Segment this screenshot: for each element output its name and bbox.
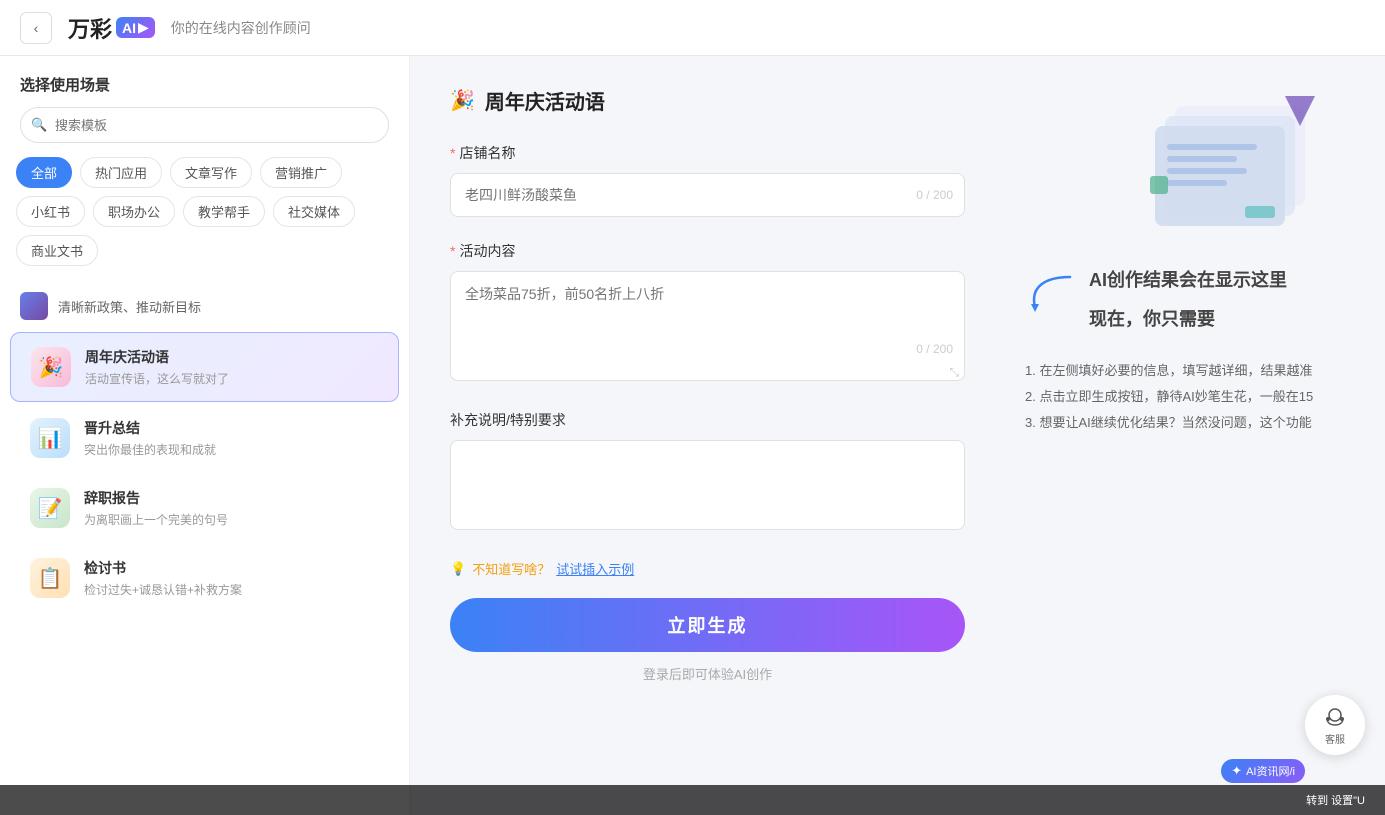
item-content-resign: 辞职报告 为离职画上一个完美的句号 (84, 488, 228, 528)
activity-textarea-wrap: 0 / 200 ⤡ (450, 271, 965, 386)
search-icon: 🔍 (31, 117, 47, 133)
list-item-resign[interactable]: 📝 辞职报告 为离职画上一个完美的句号 (10, 474, 399, 542)
form-field-activity: * 活动内容 0 / 200 ⤡ (450, 241, 965, 386)
bottom-bar: ✦ AI资讯网/i 转到 设置"U (0, 785, 1385, 815)
sidebar-special-item: 清晰新政策、推动新目标 (0, 282, 409, 330)
ai-step-2: 2. 点击立即生成按钮，静待AI妙笔生花，一般在15 (1025, 384, 1313, 410)
tag-hot[interactable]: 热门应用 (80, 157, 162, 188)
item-icon-review: 📋 (30, 558, 70, 598)
headset-icon (1323, 705, 1347, 729)
label-text-shop: 店铺名称 (459, 143, 515, 163)
item-desc-anniversary: 活动宣传语，这么写就对了 (85, 370, 229, 387)
tag-social[interactable]: 社交媒体 (273, 196, 355, 227)
search-box: 🔍 (20, 107, 389, 143)
tag-teaching[interactable]: 教学帮手 (183, 196, 265, 227)
logo-ai-text: AI (122, 20, 136, 36)
illustration-svg (1145, 86, 1365, 246)
ai-step-3: 3. 想要让AI继续优化结果？当然没问题，这个功能 (1025, 410, 1313, 436)
resize-icon: ⤡ (949, 365, 959, 380)
item-desc-review: 检讨过失+诚恳认错+补救方案 (84, 581, 242, 598)
header: ‹ 万彩 AI ▶ 你的在线内容创作顾问 (0, 0, 1385, 56)
ai-step-1: 1. 在左侧填好必要的信息，填写越详细，结果越准 (1025, 358, 1313, 384)
list-item-anniversary[interactable]: 🎉 周年庆活动语 活动宣传语，这么写就对了 (10, 332, 399, 402)
bottom-bar-text: 转到 设置"U (1306, 792, 1365, 808)
special-item-text: 清晰新政策、推动新目标 (58, 297, 201, 316)
item-title-promotion: 晋升总结 (84, 418, 216, 438)
hint-link[interactable]: 试试插入示例 (556, 559, 634, 578)
list-item-promotion[interactable]: 📊 晋升总结 突出你最佳的表现和成就 (10, 404, 399, 472)
tag-office[interactable]: 职场办公 (93, 196, 175, 227)
search-input[interactable] (20, 107, 389, 143)
generate-label: 立即生成 (668, 616, 748, 636)
arrow-decoration (1025, 272, 1075, 317)
list-item-review[interactable]: 📋 检讨书 检讨过失+诚恳认错+补救方案 (10, 544, 399, 612)
form-field-supplement: 补充说明/特别要求 (450, 410, 965, 535)
form-panel: 🎉 周年庆活动语 * 店铺名称 0 / 200 * 活动内容 (410, 56, 1005, 815)
field-label-supplement: 补充说明/特别要求 (450, 410, 965, 430)
shop-name-count: 0 / 200 (916, 188, 953, 202)
content-area: 🎉 周年庆活动语 * 店铺名称 0 / 200 * 活动内容 (410, 56, 1385, 815)
item-content-promotion: 晋升总结 突出你最佳的表现和成就 (84, 418, 216, 458)
hint-icon: 💡 (450, 561, 466, 577)
sidebar-section-title: 选择使用场景 (0, 56, 409, 107)
ai-resource-badge: ✦ AI资讯网/i (1221, 759, 1305, 783)
field-label-shop-name: * 店铺名称 (450, 143, 965, 163)
ai-hint-text-block: AI创作结果会在显示这里 现在，你只需要 (1089, 266, 1287, 344)
login-hint: 登录后即可体验AI创作 (450, 664, 965, 683)
tag-article[interactable]: 文章写作 (170, 157, 252, 188)
badge-text: AI资讯网/i (1246, 763, 1295, 779)
generate-button[interactable]: 立即生成 (450, 598, 965, 652)
cs-label: 客服 (1325, 731, 1345, 746)
item-icon-anniversary: 🎉 (31, 347, 71, 387)
form-field-shop-name: * 店铺名称 0 / 200 (450, 143, 965, 217)
customer-service-button[interactable]: 客服 (1305, 695, 1365, 755)
hint-text: 不知道写啥？ (472, 559, 550, 578)
label-text-activity: 活动内容 (459, 241, 515, 261)
required-star-shop: * (450, 145, 455, 161)
tag-business[interactable]: 商业文书 (16, 235, 98, 266)
item-content-review: 检讨书 检讨过失+诚恳认错+补救方案 (84, 558, 242, 598)
category-tags: 全部 热门应用 文章写作 营销推广 小红书 职场办公 教学帮手 社交媒体 商业文… (0, 157, 409, 276)
item-title-review: 检讨书 (84, 558, 242, 578)
logo-ai-icon: ▶ (138, 19, 149, 36)
item-icon-resign: 📝 (30, 488, 70, 528)
form-title-text: 周年庆活动语 (485, 86, 605, 115)
item-desc-resign: 为离职画上一个完美的句号 (84, 511, 228, 528)
logo-ai-badge: AI ▶ (116, 17, 155, 38)
ai-hint-line1: AI创作结果会在显示这里 (1089, 266, 1287, 295)
item-icon-promotion: 📊 (30, 418, 70, 458)
field-label-activity: * 活动内容 (450, 241, 965, 261)
header-subtitle: 你的在线内容创作顾问 (171, 18, 311, 38)
activity-count: 0 / 200 (916, 342, 953, 356)
tag-marketing[interactable]: 营销推广 (260, 157, 342, 188)
back-icon: ‹ (34, 20, 39, 36)
logo-area: 万彩 AI ▶ 你的在线内容创作顾问 (68, 12, 311, 44)
special-item-icon (20, 292, 48, 320)
illustration-container (1025, 86, 1365, 246)
ai-steps: 1. 在左侧填好必要的信息，填写越详细，结果越准 2. 点击立即生成按钮，静待A… (1025, 358, 1313, 436)
back-button[interactable]: ‹ (20, 12, 52, 44)
logo-text: 万彩 (68, 12, 112, 44)
ai-hint-area: AI创作结果会在显示这里 现在，你只需要 (1025, 266, 1287, 344)
hint-row: 💡 不知道写啥？ 试试插入示例 (450, 559, 965, 578)
item-content-anniversary: 周年庆活动语 活动宣传语，这么写就对了 (85, 347, 229, 387)
sidebar-list: 清晰新政策、推动新目标 🎉 周年庆活动语 活动宣传语，这么写就对了 📊 晋升总结… (0, 276, 409, 815)
main-layout: 选择使用场景 🔍 全部 热门应用 文章写作 营销推广 小红书 职场办公 教学帮手… (0, 56, 1385, 815)
shop-name-input-wrap: 0 / 200 (450, 173, 965, 217)
supplement-textarea[interactable] (450, 440, 965, 530)
shop-name-input[interactable] (450, 173, 965, 217)
sidebar: 选择使用场景 🔍 全部 热门应用 文章写作 营销推广 小红书 职场办公 教学帮手… (0, 56, 410, 815)
item-desc-promotion: 突出你最佳的表现和成就 (84, 441, 216, 458)
activity-textarea[interactable] (450, 271, 965, 381)
label-text-supplement: 补充说明/特别要求 (450, 410, 566, 430)
tag-xiaohongshu[interactable]: 小红书 (16, 196, 85, 227)
form-title-icon: 🎉 (450, 88, 475, 113)
tag-all[interactable]: 全部 (16, 157, 72, 188)
item-title-resign: 辞职报告 (84, 488, 228, 508)
item-title-anniversary: 周年庆活动语 (85, 347, 229, 367)
ai-hint-line2: 现在，你只需要 (1089, 305, 1287, 334)
form-title: 🎉 周年庆活动语 (450, 86, 965, 115)
required-star-activity: * (450, 243, 455, 259)
